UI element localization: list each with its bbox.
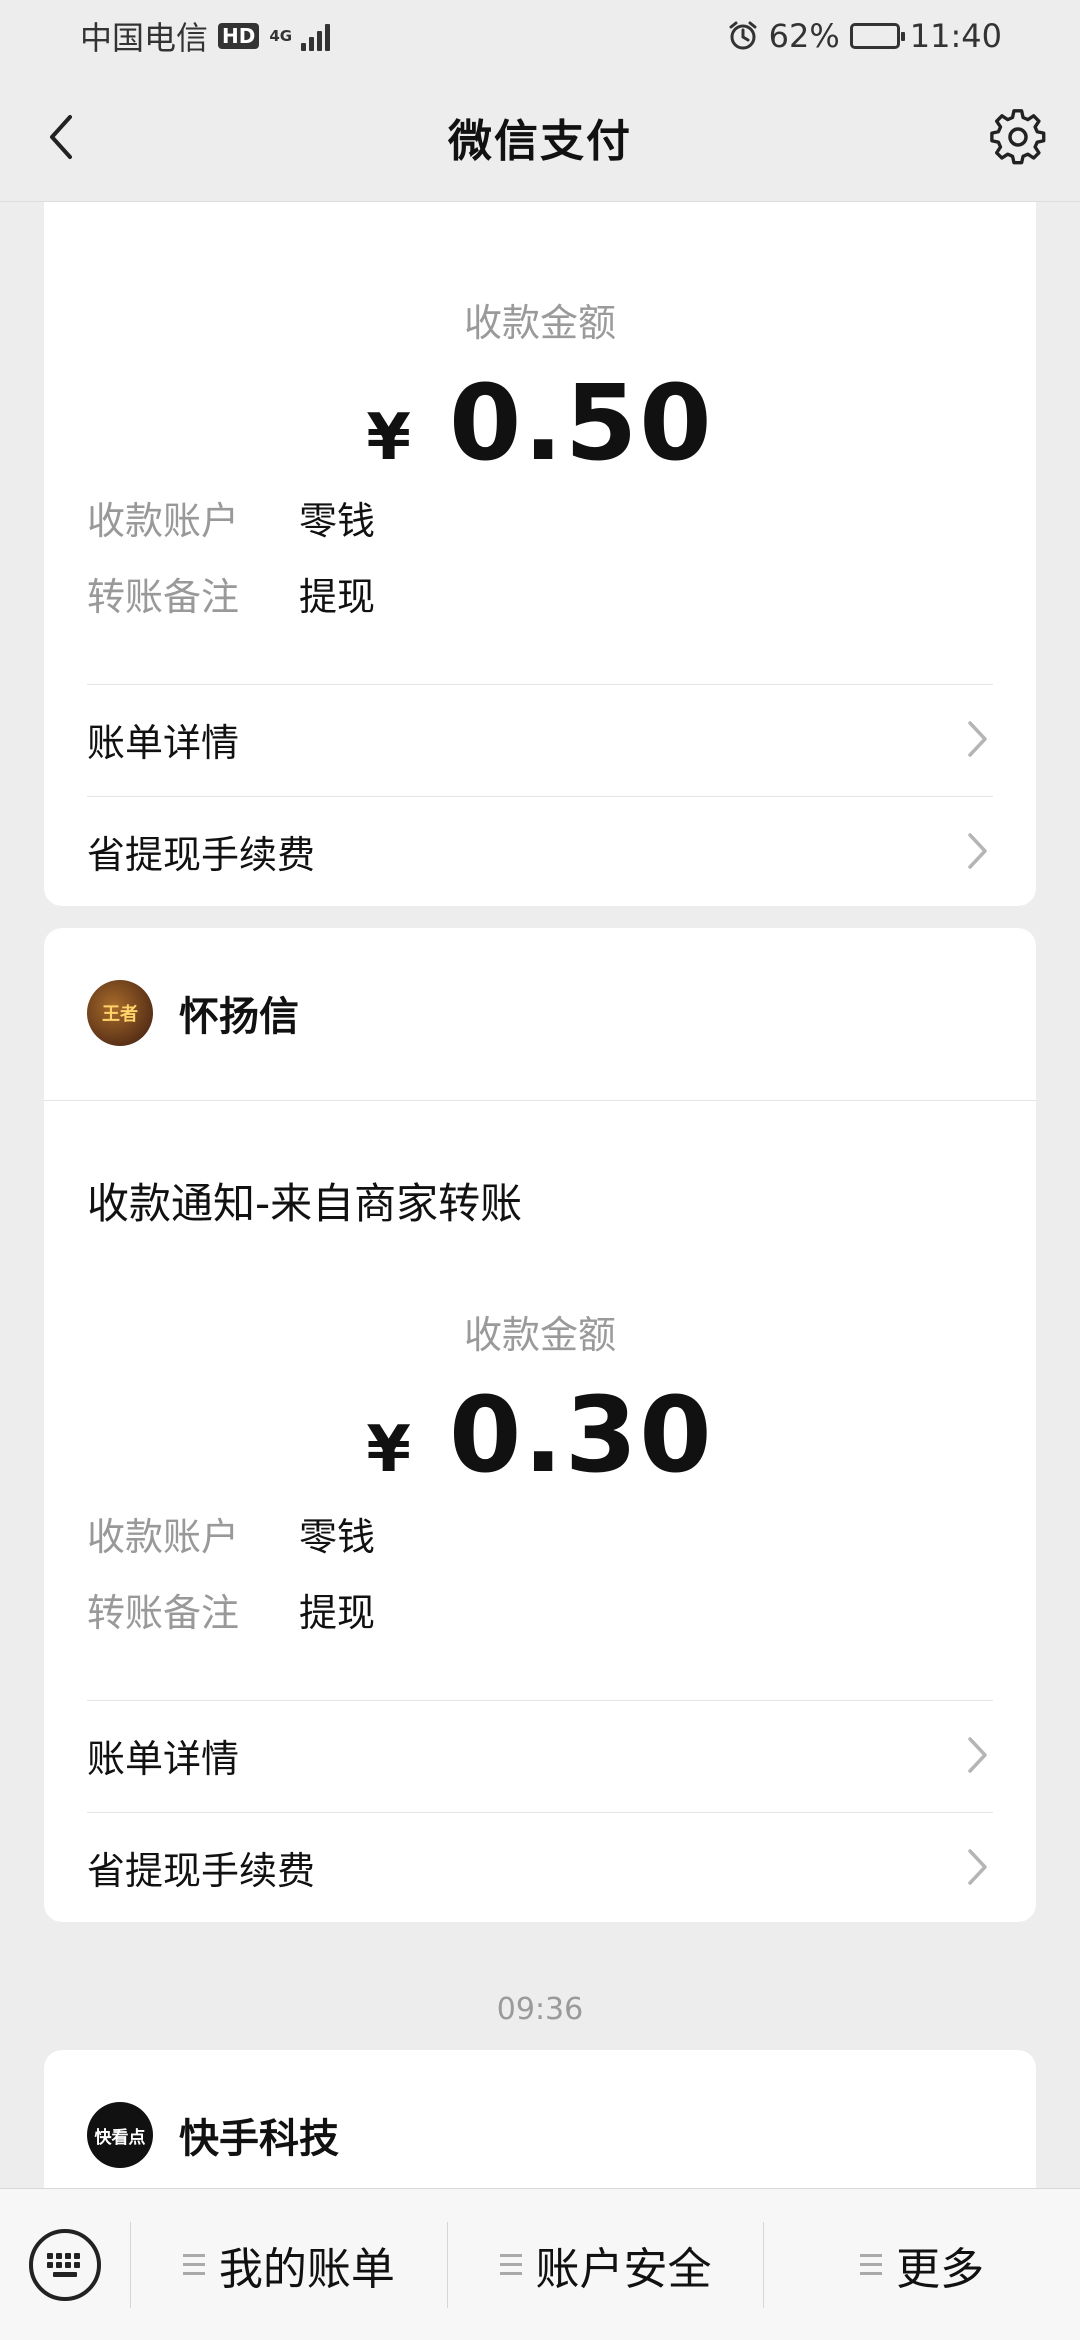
bill-details-link[interactable]: 账单详情	[87, 684, 993, 794]
keyboard-icon	[29, 2228, 101, 2301]
status-bar: 中国电信 HD 4G 62% 11:40	[0, 0, 1080, 72]
amount: ¥ 0.50	[44, 362, 1036, 484]
gear-icon	[990, 109, 1046, 165]
menu-icon	[499, 2254, 522, 2275]
settings-button[interactable]	[986, 105, 1050, 169]
account-label: 收款账户	[87, 1515, 240, 1559]
account-value: 零钱	[299, 499, 376, 543]
network-type: 4G	[269, 26, 293, 45]
avatar: 快看点	[87, 2102, 153, 2168]
remark-value: 提现	[299, 1591, 376, 1635]
menu-label: 更多	[896, 2243, 985, 2295]
remark-label: 转账备注	[87, 1591, 240, 1635]
currency-symbol: ¥	[366, 401, 411, 475]
payment-card: 快看点 快手科技	[44, 2050, 1036, 2188]
amount: ¥ 0.30	[44, 1374, 1036, 1496]
signal-icon	[301, 21, 331, 51]
account-row: 收款账户 零钱	[87, 1506, 375, 1561]
remark-row: 转账备注 提现	[87, 566, 375, 621]
merchant-row[interactable]: 快看点 快手科技	[87, 2102, 339, 2168]
hd-badge: HD	[218, 23, 260, 49]
account-label: 收款账户	[87, 499, 240, 543]
payment-card: 收款金额 ¥ 0.50 收款账户 零钱 转账备注 提现 账单详情 省提现手续费	[44, 202, 1036, 906]
battery-icon	[849, 23, 905, 49]
merchant-name: 快手科技	[179, 2116, 339, 2162]
menu-label: 我的账单	[218, 2243, 395, 2295]
bill-details-link[interactable]: 账单详情	[87, 1700, 993, 1810]
carrier-name: 中国电信	[80, 19, 209, 57]
back-button[interactable]	[30, 105, 94, 169]
bill-details-label: 账单详情	[87, 1736, 240, 1781]
bill-details-label: 账单详情	[87, 720, 240, 765]
amount-label: 收款金额	[463, 301, 616, 345]
clock: 11:40	[909, 17, 1002, 55]
merchant-row[interactable]: 王者 怀扬信	[87, 980, 299, 1046]
account-value: 零钱	[299, 1515, 376, 1559]
chevron-right-icon	[963, 831, 993, 871]
chevron-right-icon	[963, 1735, 993, 1775]
battery-percent: 62%	[768, 17, 840, 55]
save-fee-label: 省提现手续费	[87, 1848, 316, 1893]
account-row: 收款账户 零钱	[87, 490, 375, 545]
menu-account-security[interactable]: 账户安全	[448, 2189, 764, 2340]
remark-label: 转账备注	[87, 575, 240, 619]
menu-my-bills[interactable]: 我的账单	[131, 2189, 447, 2340]
remark-row: 转账备注 提现	[87, 1582, 375, 1637]
chevron-left-icon	[50, 115, 72, 159]
notification-title: 收款通知-来自商家转账	[87, 1179, 523, 1228]
chevron-right-icon	[963, 1847, 993, 1887]
message-timestamp: 09:36	[496, 1992, 584, 2027]
page-title: 微信支付	[448, 115, 632, 167]
chevron-right-icon	[963, 719, 993, 759]
divider	[44, 1100, 1036, 1101]
message-list[interactable]: 收款金额 ¥ 0.50 收款账户 零钱 转账备注 提现 账单详情 省提现手续费	[0, 202, 1080, 2188]
currency-symbol: ¥	[366, 1413, 411, 1487]
amount-value: 0.30	[448, 1374, 714, 1496]
remark-value: 提现	[299, 575, 376, 619]
bottom-menu-bar: 我的账单 账户安全 更多	[0, 2188, 1080, 2340]
nav-bar: 微信支付	[0, 72, 1080, 202]
menu-icon	[182, 2254, 205, 2275]
save-fee-link[interactable]: 省提现手续费	[87, 1812, 993, 1922]
save-fee-label: 省提现手续费	[87, 832, 316, 877]
alarm-icon	[729, 21, 757, 50]
menu-label: 账户安全	[535, 2243, 712, 2295]
status-right: 62% 11:40	[727, 17, 1002, 55]
avatar: 王者	[87, 980, 153, 1046]
menu-more[interactable]: 更多	[764, 2189, 1080, 2340]
amount-value: 0.50	[448, 362, 714, 484]
merchant-name: 怀扬信	[179, 994, 299, 1040]
payment-card: 王者 怀扬信 收款通知-来自商家转账 收款金额 ¥ 0.30 收款账户 零钱 转…	[44, 928, 1036, 1922]
menu-icon	[860, 2254, 883, 2275]
save-fee-link[interactable]: 省提现手续费	[87, 796, 993, 906]
keyboard-toggle-button[interactable]	[0, 2189, 130, 2340]
amount-label: 收款金额	[463, 1313, 616, 1357]
status-left: 中国电信 HD 4G	[80, 13, 331, 59]
